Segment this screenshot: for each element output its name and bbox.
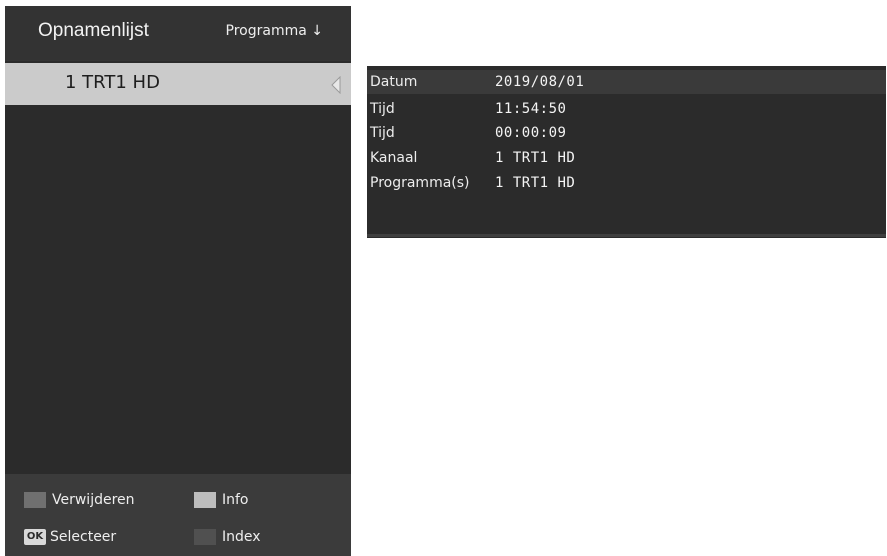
- info-value: 00:00:09: [495, 125, 567, 141]
- info-row-tijd: Tijd 11:54:50: [367, 99, 886, 119]
- recordings-header: Opnamenlijst Programma ↓: [5, 6, 351, 61]
- ok-key-icon: OK: [24, 529, 46, 545]
- info-divider: [367, 234, 886, 237]
- info-value: 11:54:50: [495, 101, 567, 117]
- recording-item-label: 1 TRT1 HD: [65, 72, 160, 93]
- recording-info-panel: Datum 2019/08/01 Tijd 11:54:50 Tijd 00:0…: [367, 66, 886, 238]
- recordings-title: Opnamenlijst: [38, 20, 149, 41]
- info-label: Info: [222, 492, 249, 508]
- light-key-icon: [194, 492, 216, 508]
- info-value: 1 TRT1 HD: [495, 175, 576, 191]
- info-legend[interactable]: Info: [194, 490, 249, 510]
- info-key: Tijd: [370, 125, 395, 141]
- info-key: Programma(s): [370, 175, 470, 191]
- info-value: 2019/08/01: [495, 74, 585, 90]
- recordings-footer: Verwijderen Info OK Selecteer Index: [5, 474, 351, 556]
- dark-key-icon: [194, 529, 216, 545]
- info-value: 1 TRT1 HD: [495, 150, 576, 166]
- info-key: Datum: [370, 74, 418, 90]
- delete-label: Verwijderen: [52, 492, 135, 508]
- sort-selector[interactable]: Programma ↓: [226, 23, 323, 39]
- index-legend[interactable]: Index: [194, 527, 261, 547]
- recording-list-item[interactable]: 1 TRT1 HD: [5, 63, 351, 105]
- info-row-kanaal: Kanaal 1 TRT1 HD: [367, 148, 886, 168]
- delete-legend[interactable]: Verwijderen: [24, 490, 135, 510]
- info-row-duur: Tijd 00:00:09: [367, 123, 886, 143]
- index-label: Index: [222, 529, 261, 545]
- grey-key-icon: [24, 492, 46, 508]
- select-label: Selecteer: [50, 529, 117, 545]
- info-key: Tijd: [370, 101, 395, 117]
- chevron-left-icon[interactable]: [331, 76, 341, 94]
- info-row-programma: Programma(s) 1 TRT1 HD: [367, 173, 886, 193]
- recordings-panel: Opnamenlijst Programma ↓ 1 TRT1 HD Verwi…: [5, 6, 351, 556]
- info-key: Kanaal: [370, 150, 418, 166]
- select-legend[interactable]: OK Selecteer: [24, 527, 116, 547]
- info-row-datum: Datum 2019/08/01: [367, 72, 886, 92]
